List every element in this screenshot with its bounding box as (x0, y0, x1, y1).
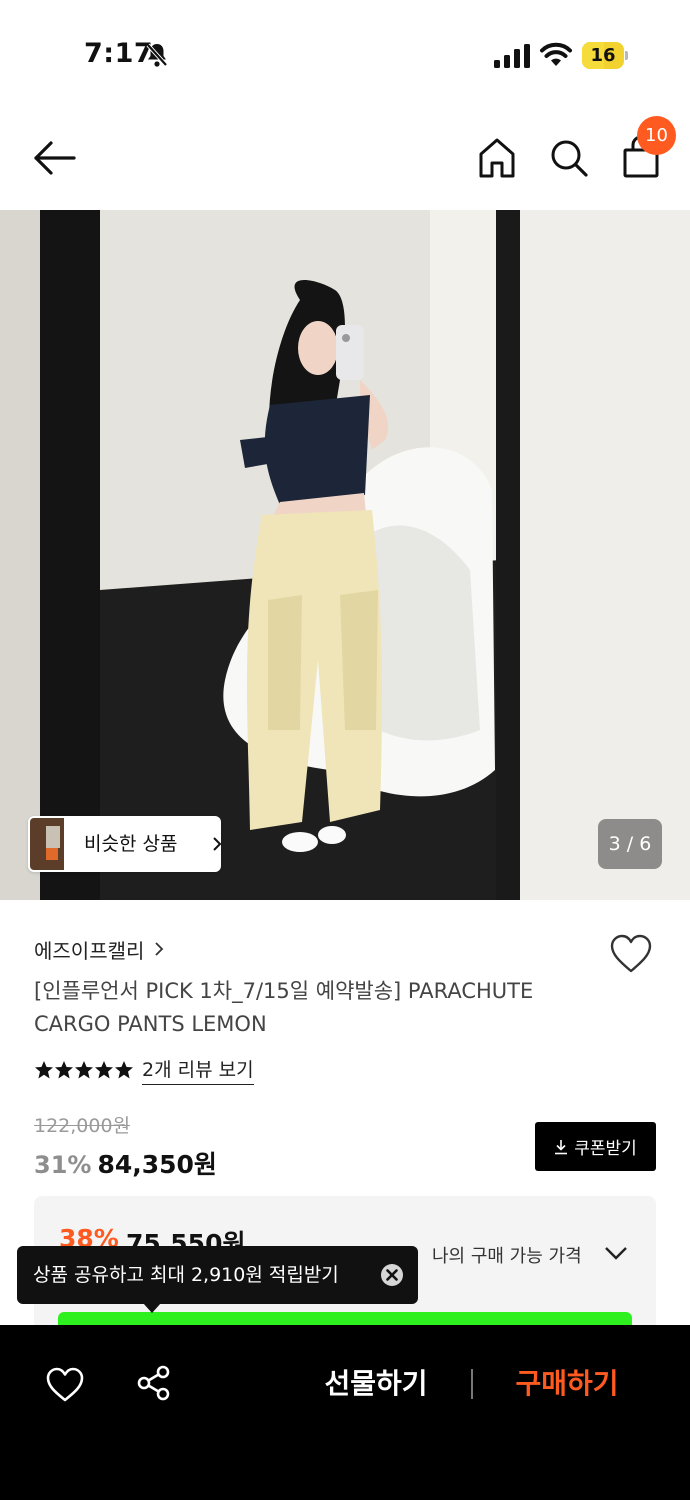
image-page-indicator: 3 / 6 (598, 819, 662, 869)
star-icon (55, 1061, 73, 1079)
product-photo (0, 210, 690, 900)
tooltip-tail (143, 1303, 161, 1313)
chevron-right-icon (155, 942, 164, 956)
close-icon[interactable] (380, 1263, 404, 1287)
similar-products-label: 비슷한 상품 (84, 833, 178, 855)
heart-icon[interactable] (609, 933, 653, 975)
chevron-right-icon (213, 837, 222, 851)
signal-icon (494, 44, 530, 68)
download-icon (555, 1139, 568, 1154)
rating-row: 2개 리뷰 보기 (34, 1054, 254, 1086)
price-row: 31% 84,350원 (34, 1145, 217, 1181)
similar-products-thumbnail (30, 818, 64, 870)
coupon-button[interactable]: 쿠폰받기 (535, 1122, 656, 1171)
coupon-button-label: 쿠폰받기 (574, 1139, 637, 1159)
bell-slash-icon (146, 43, 168, 67)
divider (471, 1369, 473, 1399)
back-arrow-icon[interactable] (32, 138, 78, 178)
star-icon (95, 1061, 113, 1079)
brand-link[interactable]: 에즈이프캘리 (34, 932, 164, 966)
sale-price: 84,350원 (97, 1150, 217, 1179)
star-icon (75, 1061, 93, 1079)
my-price-label: 나의 구매 가능 가격 (432, 1246, 582, 1267)
battery-icon: 16 (582, 42, 628, 69)
top-nav (0, 110, 690, 210)
star-icon (35, 1061, 53, 1079)
share-icon[interactable] (136, 1365, 172, 1401)
heart-icon[interactable] (46, 1367, 84, 1403)
chevron-down-icon[interactable] (604, 1246, 628, 1260)
discount-rate: 31% (34, 1151, 92, 1179)
cart-count-badge: 10 (637, 116, 676, 155)
status-time: 7:17 (84, 38, 154, 69)
similar-products-button[interactable]: 비슷한 상품 (28, 816, 222, 872)
gift-button[interactable]: 선물하기 (310, 1359, 442, 1409)
tooltip-text: 상품 공유하고 최대 2,910원 적립받기 (33, 1264, 339, 1286)
battery-level: 16 (590, 45, 616, 66)
product-title: [인플루언서 PICK 1차_7/15일 예약발송] PARACHUTE CAR… (34, 979, 534, 1036)
share-reward-tooltip: 상품 공유하고 최대 2,910원 적립받기 (17, 1246, 418, 1304)
status-bar: 7:17 16 (0, 0, 690, 110)
buy-button[interactable]: 구매하기 (500, 1359, 634, 1409)
product-image[interactable] (0, 210, 690, 900)
wifi-icon (540, 42, 572, 66)
bottom-action-bar: 선물하기 구매하기 (0, 1325, 690, 1500)
home-icon[interactable] (476, 136, 518, 180)
star-icon (115, 1061, 133, 1079)
review-link[interactable]: 2개 리뷰 보기 (142, 1055, 254, 1085)
original-price: 122,000원 (34, 1115, 131, 1137)
brand-name: 에즈이프캘리 (34, 938, 145, 963)
search-icon[interactable] (548, 136, 590, 180)
